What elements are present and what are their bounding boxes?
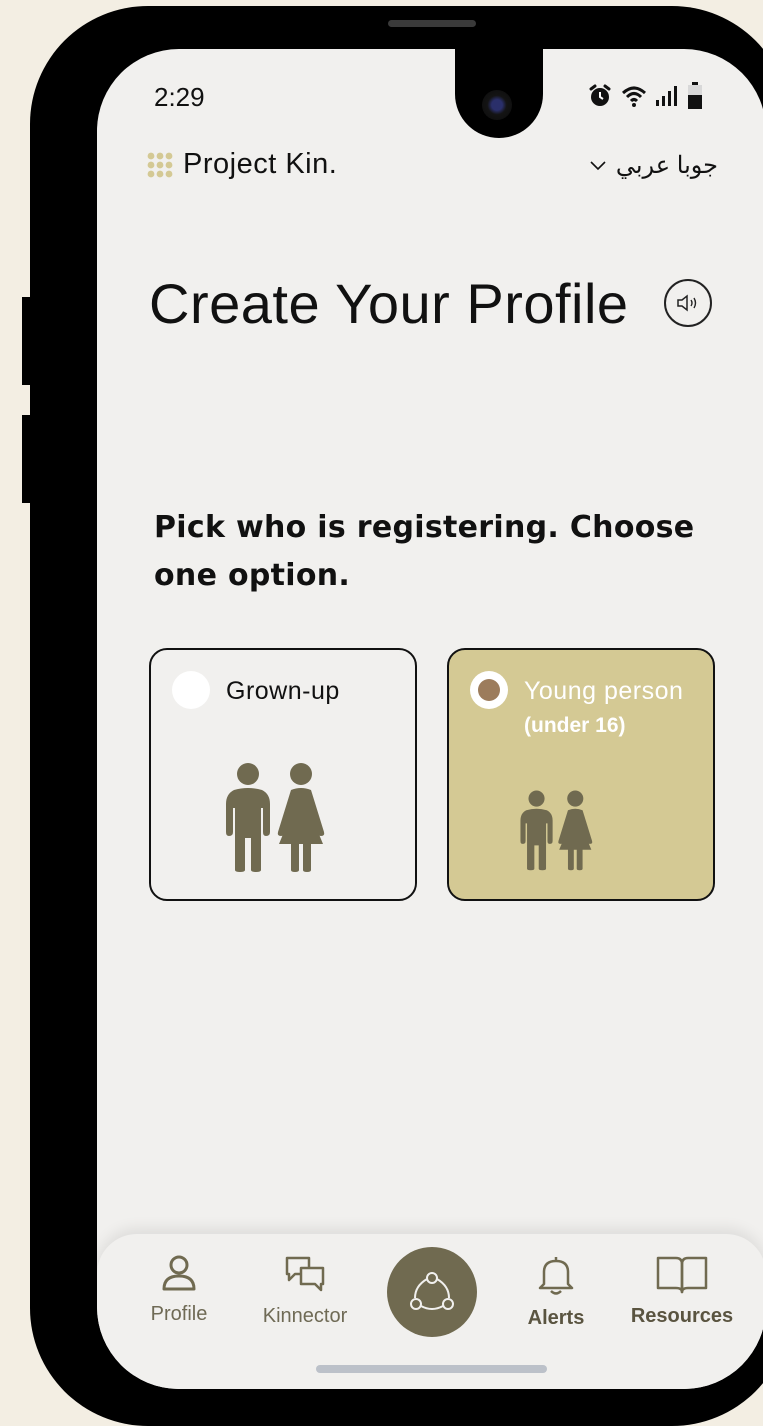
- app-logo: Project Kin.: [147, 148, 337, 181]
- nav-label-resources: Resources: [630, 1305, 734, 1327]
- person-icon: [162, 1255, 196, 1291]
- read-aloud-button[interactable]: [664, 279, 712, 327]
- book-icon: [656, 1256, 708, 1294]
- front-camera: [482, 90, 512, 120]
- nav-item-kinnector[interactable]: Kinnector: [245, 1254, 365, 1328]
- screen: 2:29 Project Kin. جوبا عربي Create Your …: [97, 49, 763, 1389]
- young-person-label: Young person: [524, 677, 684, 705]
- signal-icon: [656, 86, 677, 106]
- registration-question: Pick who is registering. Choose one opti…: [154, 510, 695, 593]
- nav-center-network-button[interactable]: [387, 1247, 477, 1337]
- nav-item-profile[interactable]: Profile: [119, 1254, 239, 1326]
- language-selector[interactable]: جوبا عربي: [590, 151, 718, 180]
- phone-frame: 2:29 Project Kin. جوبا عربي Create Your …: [30, 6, 763, 1426]
- nav-item-alerts[interactable]: Alerts: [496, 1254, 616, 1330]
- chevron-down-icon: [590, 160, 606, 170]
- language-label: جوبا عربي: [615, 152, 718, 179]
- status-time: 2:29: [154, 82, 205, 112]
- battery-icon: [688, 82, 702, 109]
- grown-up-radio[interactable]: [172, 671, 210, 709]
- home-indicator[interactable]: [316, 1365, 547, 1373]
- nav-label-alerts: Alerts: [527, 1307, 585, 1329]
- status-icons: [587, 82, 703, 110]
- bell-icon: [538, 1257, 574, 1295]
- speaker-icon: [677, 294, 697, 312]
- app-name: Project Kin.: [183, 148, 338, 180]
- chat-bubbles-icon: [285, 1256, 325, 1292]
- children-icon: [520, 790, 593, 871]
- page-title: Create Your Profile: [149, 272, 629, 335]
- nav-label-profile: Profile: [150, 1303, 208, 1325]
- adults-icon: [226, 763, 325, 872]
- young-person-radio[interactable]: [470, 671, 508, 709]
- speaker-grille: [388, 20, 476, 27]
- young-person-sublabel: (under 16): [524, 714, 626, 737]
- option-young-person[interactable]: Young person (under 16): [447, 648, 715, 901]
- grown-up-label: Grown-up: [226, 677, 340, 705]
- option-grown-up[interactable]: Grown-up: [149, 648, 417, 901]
- dots-logo-icon: [147, 152, 173, 177]
- network-icon: [410, 1272, 454, 1310]
- nav-item-resources[interactable]: Resources: [622, 1254, 742, 1328]
- nav-label-kinnector: Kinnector: [262, 1305, 348, 1327]
- wifi-icon: [621, 86, 647, 107]
- alarm-icon: [589, 84, 611, 106]
